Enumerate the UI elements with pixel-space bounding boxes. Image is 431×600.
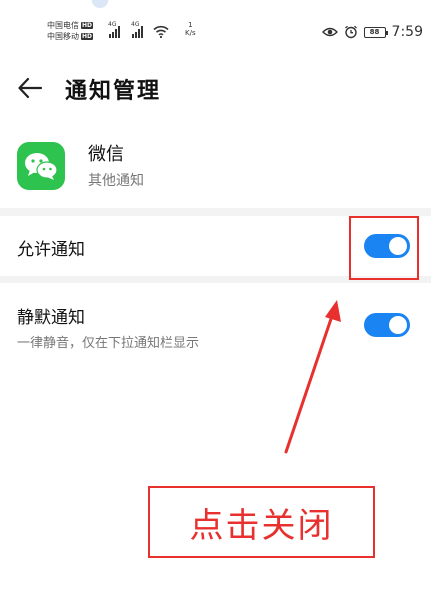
network-type-label-1: 4G: [108, 21, 117, 28]
alarm-icon: [344, 25, 357, 39]
back-button[interactable]: [16, 74, 44, 102]
hd-badge-2: HD: [81, 33, 94, 40]
hd-badge-1: HD: [81, 22, 94, 29]
silent-notifications-row: 静默通知 一律静音，仅在下拉通知栏显示: [0, 283, 431, 363]
network-type-label-2: 4G: [131, 21, 140, 28]
silent-notifications-toggle[interactable]: [364, 313, 410, 337]
wechat-icon: [17, 142, 65, 190]
app-header: 通知管理: [0, 64, 431, 114]
carrier-1-label: 中国电信: [47, 21, 79, 30]
eye-comfort-icon: [321, 27, 338, 37]
battery-level: 88: [369, 28, 380, 36]
battery-icon: 88: [363, 26, 388, 38]
highlight-box: [349, 216, 419, 280]
section-divider: [0, 208, 431, 216]
allow-notifications-label: 允许通知: [17, 240, 85, 260]
network-speed-unit: K/s: [185, 29, 196, 37]
app-category: 其他通知: [88, 173, 144, 189]
signal-indicators: 4G 4G: [108, 21, 169, 38]
status-right: 88 7:59: [321, 24, 423, 40]
callout-text: 点击关闭: [189, 505, 334, 546]
wifi-icon: [153, 25, 169, 38]
carrier-2-label: 中国移动: [47, 32, 79, 41]
silent-notifications-description: 一律静音，仅在下拉通知栏显示: [17, 336, 200, 351]
app-info: 微信 其他通知: [0, 132, 431, 202]
status-bar: 中国电信 HD 中国移动 HD 4G 4G 1 K/s 88 7:59: [0, 0, 431, 60]
arrow-left-icon: [18, 77, 43, 99]
page-title: 通知管理: [65, 79, 162, 104]
signal-strength-icon: 4G: [108, 21, 123, 38]
network-speed-value: 1: [188, 21, 193, 29]
callout-box: 点击关闭: [148, 486, 375, 558]
silent-notifications-label: 静默通知: [17, 308, 85, 328]
app-name: 微信: [88, 144, 124, 165]
chat-bubbles-icon: [25, 153, 58, 180]
carrier-info: 中国电信 HD 中国移动 HD: [47, 20, 94, 42]
floating-dot: [92, 0, 108, 8]
signal-strength-icon: 4G: [131, 21, 146, 38]
annotation-arrow-icon: [284, 300, 341, 454]
status-time: 7:59: [391, 24, 423, 40]
network-speed: 1 K/s: [185, 21, 196, 37]
toggle-knob: [389, 316, 407, 334]
